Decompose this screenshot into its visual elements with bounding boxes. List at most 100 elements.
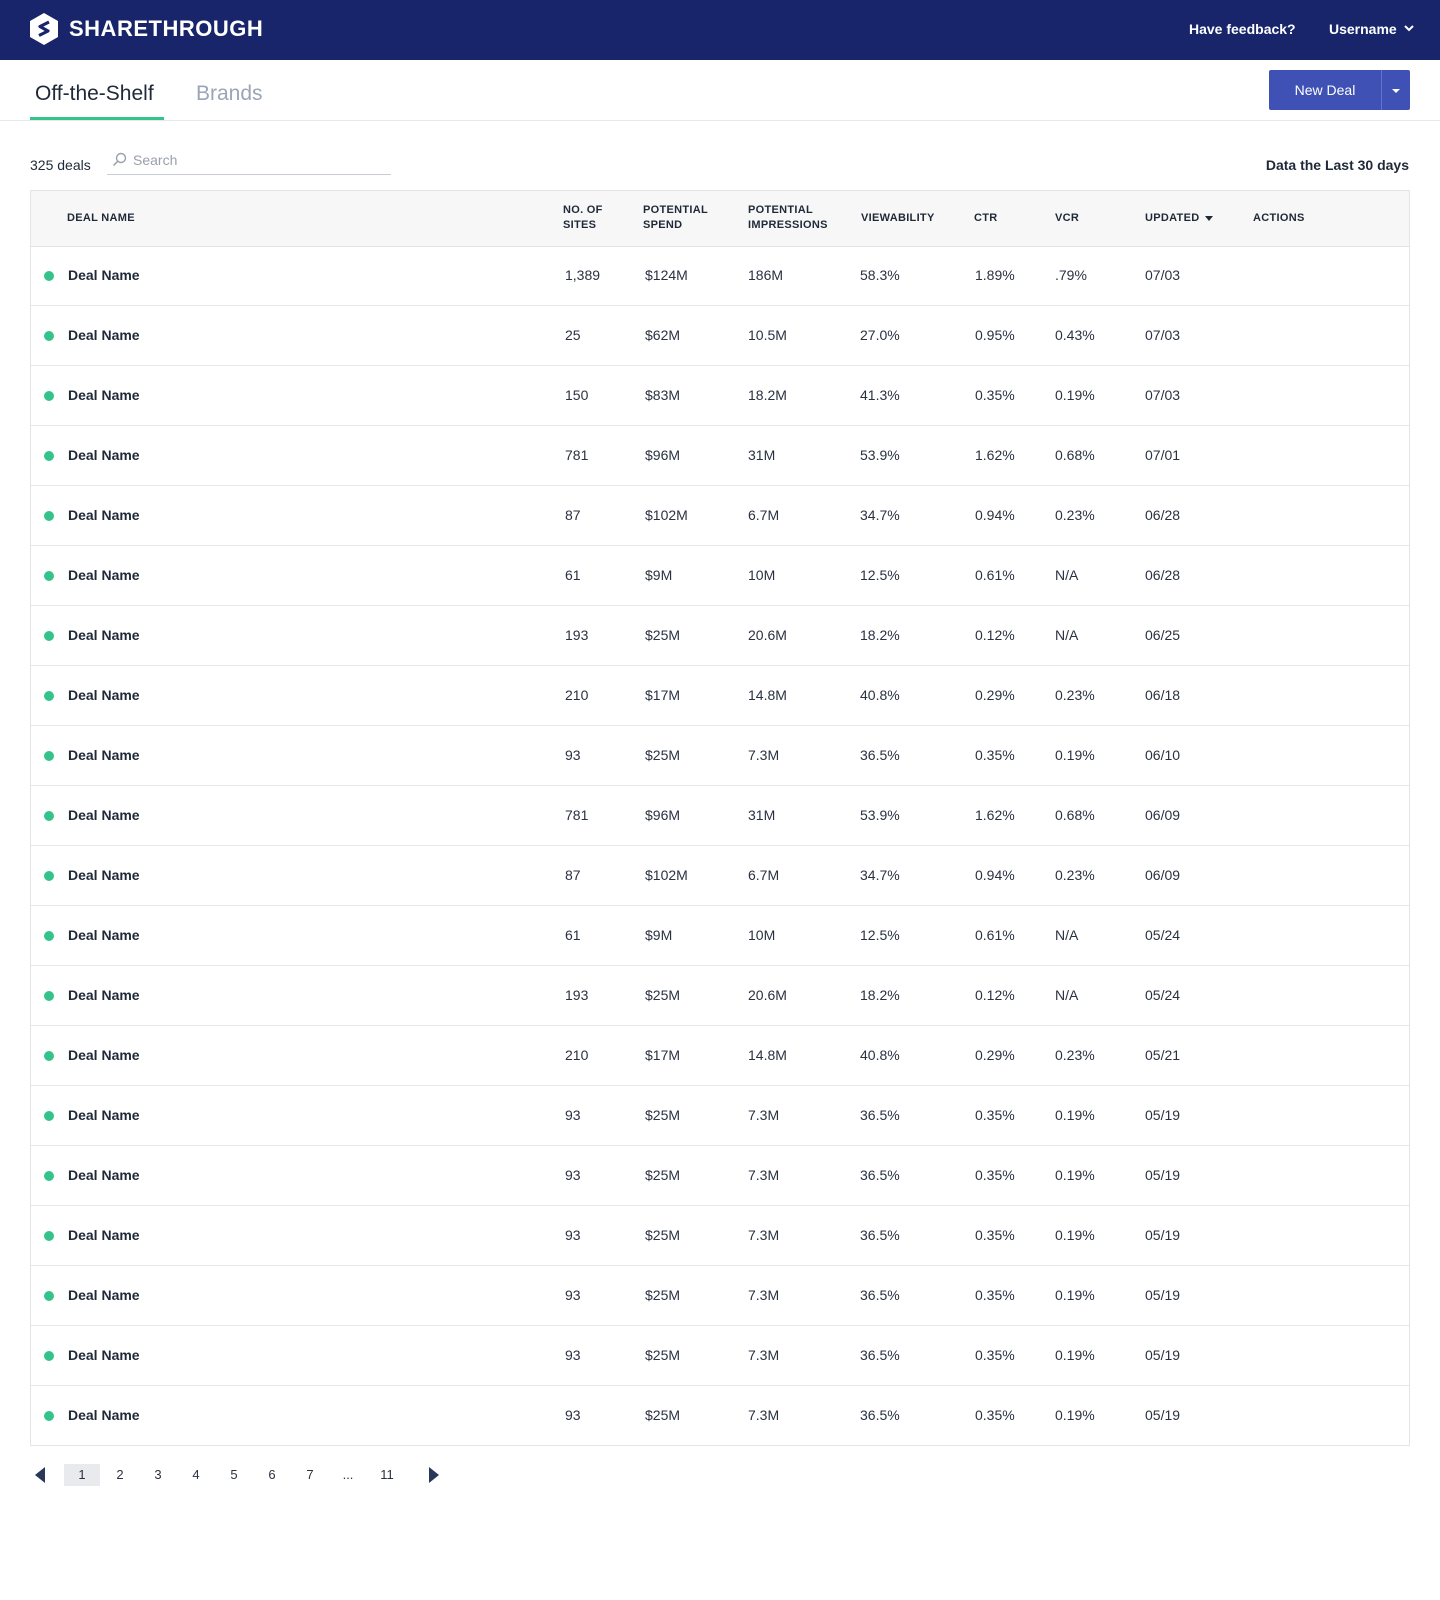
ctr-cell: 1.89% [975, 267, 1015, 283]
table-row[interactable]: Deal Name 93 $25M 7.3M 36.5% 0.35% 0.19% 05/19 [31, 1206, 1409, 1266]
search-input[interactable] [133, 151, 373, 169]
column-header-deal-name[interactable]: Deal Name [67, 211, 135, 226]
next-page-icon[interactable] [429, 1467, 439, 1483]
deal-name-cell[interactable]: Deal Name [68, 1167, 140, 1183]
viewability-cell: 41.3% [860, 387, 900, 403]
table-row[interactable]: Deal Name 87 $102M 6.7M 34.7% 0.94% 0.23% 06/09 [31, 846, 1409, 906]
table-row[interactable]: Deal Name 781 $96M 31M 53.9% 1.62% 0.68% 07/01 [31, 426, 1409, 486]
table-row[interactable]: Deal Name 210 $17M 14.8M 40.8% 0.29% 0.23% 06/1… [31, 666, 1409, 726]
previous-page-icon[interactable] [35, 1467, 45, 1483]
impressions-cell: 7.3M [748, 1227, 780, 1243]
column-header-updated[interactable]: Updated [1145, 211, 1214, 226]
chevron-down-icon [1397, 21, 1415, 37]
table-row[interactable]: Deal Name 25 $62M 10.5M 27.0% 0.95% 0.43% 07/03 [31, 306, 1409, 366]
table-row[interactable]: Deal Name 93 $25M 7.3M 36.5% 0.35% 0.19% 05/19 [31, 1386, 1409, 1446]
table-row[interactable]: Deal Name 61 $9M 10M 12.5% 0.61% N/A 06/28 [31, 546, 1409, 606]
spend-cell: $25M [645, 747, 681, 763]
deal-name-cell[interactable]: Deal Name [68, 1347, 140, 1363]
column-header-viewability[interactable]: Viewability [861, 211, 935, 226]
deal-name-cell[interactable]: Deal Name [68, 327, 140, 343]
new-deal-dropdown-toggle[interactable] [1382, 70, 1410, 110]
page-number[interactable]: 3 [140, 1464, 176, 1486]
updated-cell: 06/09 [1145, 867, 1181, 883]
table-row[interactable]: Deal Name 93 $25M 7.3M 36.5% 0.35% 0.19% 06/10 [31, 726, 1409, 786]
spend-cell: $25M [645, 1407, 681, 1423]
deal-name-cell[interactable]: Deal Name [68, 507, 140, 523]
page-number[interactable]: 11 [369, 1464, 405, 1486]
vcr-cell: N/A [1055, 927, 1079, 943]
ctr-cell: 0.35% [975, 1287, 1015, 1303]
search-box [107, 148, 391, 175]
deal-name-cell[interactable]: Deal Name [68, 987, 140, 1003]
deal-name-cell[interactable]: Deal Name [68, 387, 140, 403]
table-row[interactable]: Deal Name 781 $96M 31M 53.9% 1.62% 0.68% 06/09 [31, 786, 1409, 846]
new-deal-button[interactable]: New Deal [1269, 70, 1381, 110]
table-row[interactable]: Deal Name 61 $9M 10M 12.5% 0.61% N/A 05/24 [31, 906, 1409, 966]
deal-name-cell[interactable]: Deal Name [68, 1287, 140, 1303]
status-dot-icon [44, 751, 54, 761]
deal-name-cell[interactable]: Deal Name [68, 627, 140, 643]
viewability-cell: 36.5% [860, 1287, 900, 1303]
column-header-ctr[interactable]: CTR [974, 211, 998, 226]
column-header-actions: Actions [1253, 212, 1305, 224]
column-header-potential-spend[interactable]: Potential Spend [643, 203, 723, 233]
table-row[interactable]: Deal Name 93 $25M 7.3M 36.5% 0.35% 0.19% 05/19 [31, 1086, 1409, 1146]
deal-name-cell[interactable]: Deal Name [68, 1407, 140, 1423]
status-dot-icon [44, 1111, 54, 1121]
page-number[interactable]: 2 [102, 1464, 138, 1486]
viewability-cell: 36.5% [860, 747, 900, 763]
page-number[interactable]: 5 [216, 1464, 252, 1486]
table-row[interactable]: Deal Name 1,389 $124M 186M 58.3% 1.89% .79% 07/… [31, 246, 1409, 306]
impressions-cell: 31M [748, 807, 776, 823]
deal-name-cell[interactable]: Deal Name [68, 267, 140, 283]
table-row[interactable]: Deal Name 193 $25M 20.6M 18.2% 0.12% N/A 05/24 [31, 966, 1409, 1026]
table-row[interactable]: Deal Name 93 $25M 7.3M 36.5% 0.35% 0.19% 05/19 [31, 1266, 1409, 1326]
page-number[interactable]: 4 [178, 1464, 214, 1486]
viewability-cell: 36.5% [860, 1347, 900, 1363]
deal-name-cell[interactable]: Deal Name [68, 1227, 140, 1243]
sites-cell: 93 [565, 1227, 581, 1243]
column-header-potential-impressions[interactable]: Potential Impressions [748, 203, 848, 233]
sites-cell: 93 [565, 1107, 581, 1123]
page-ellipsis: ... [342, 1467, 354, 1482]
impressions-cell: 7.3M [748, 1347, 780, 1363]
deal-name-cell[interactable]: Deal Name [68, 447, 140, 463]
user-menu[interactable]: Username [1329, 21, 1415, 37]
deal-name-cell[interactable]: Deal Name [68, 567, 140, 583]
spend-cell: $25M [645, 1287, 681, 1303]
page-number[interactable]: 6 [254, 1464, 290, 1486]
viewability-cell: 18.2% [860, 627, 900, 643]
page-number[interactable]: 1 [64, 1464, 100, 1486]
table-row[interactable]: Deal Name 193 $25M 20.6M 18.2% 0.12% N/A 06/25 [31, 606, 1409, 666]
deal-name-cell[interactable]: Deal Name [68, 867, 140, 883]
sort-descending-icon [1205, 215, 1214, 221]
deal-name-cell[interactable]: Deal Name [68, 807, 140, 823]
deal-name-cell[interactable]: Deal Name [68, 1107, 140, 1123]
sites-cell: 150 [565, 387, 589, 403]
vcr-cell: 0.19% [1055, 387, 1095, 403]
deal-name-cell[interactable]: Deal Name [68, 927, 140, 943]
feedback-link[interactable]: Have feedback? [1189, 21, 1296, 37]
table-row[interactable]: Deal Name 150 $83M 18.2M 41.3% 0.35% 0.19% 07/0… [31, 366, 1409, 426]
deal-name-cell[interactable]: Deal Name [68, 1047, 140, 1063]
table-row[interactable]: Deal Name 93 $25M 7.3M 36.5% 0.35% 0.19% 05/19 [31, 1326, 1409, 1386]
ctr-cell: 0.12% [975, 987, 1015, 1003]
caret-down-icon [1391, 81, 1401, 99]
column-header-vcr[interactable]: VCR [1055, 211, 1079, 226]
column-header-no-of-sites[interactable]: No. of Sites [563, 203, 623, 233]
table-row[interactable]: Deal Name 87 $102M 6.7M 34.7% 0.94% 0.23% 06/28 [31, 486, 1409, 546]
table-row[interactable]: Deal Name 93 $25M 7.3M 36.5% 0.35% 0.19% 05/19 [31, 1146, 1409, 1206]
deal-name-cell[interactable]: Deal Name [68, 687, 140, 703]
impressions-cell: 10.5M [748, 327, 787, 343]
ctr-cell: 0.94% [975, 867, 1015, 883]
viewability-cell: 36.5% [860, 1167, 900, 1183]
tab-brands[interactable]: Brands [196, 82, 263, 106]
deal-name-cell[interactable]: Deal Name [68, 747, 140, 763]
brand-logo[interactable]: SHARETHROUGH [28, 12, 263, 46]
status-dot-icon [44, 1291, 54, 1301]
table-row[interactable]: Deal Name 210 $17M 14.8M 40.8% 0.29% 0.23% 05/2… [31, 1026, 1409, 1086]
page-number[interactable]: 7 [292, 1464, 328, 1486]
vcr-cell: N/A [1055, 627, 1079, 643]
tab-off-the-shelf[interactable]: Off-the-Shelf [35, 82, 154, 106]
impressions-cell: 6.7M [748, 507, 780, 523]
